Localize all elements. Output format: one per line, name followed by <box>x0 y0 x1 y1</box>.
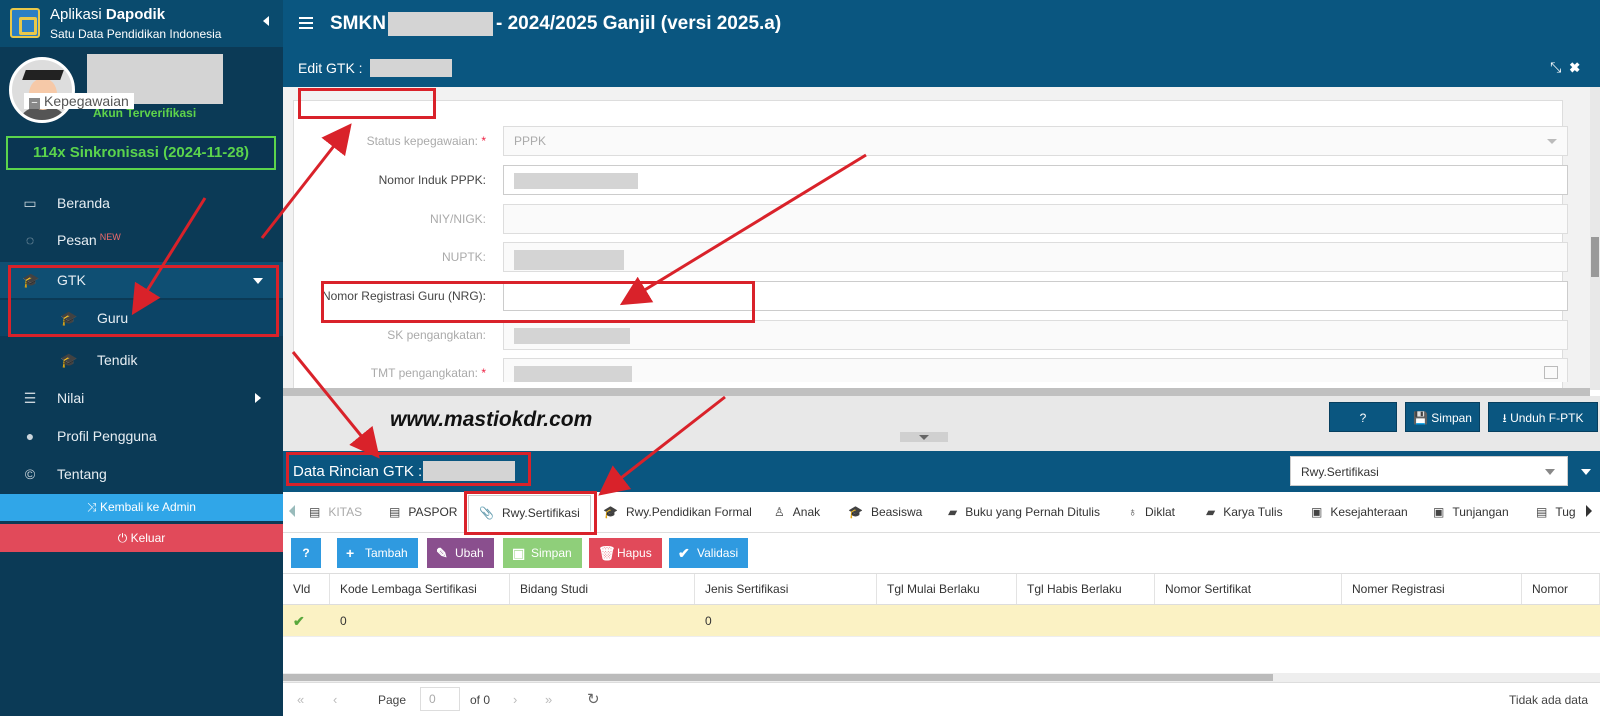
annotation-arrows <box>131 123 867 496</box>
arrow-to-nrg <box>619 153 867 306</box>
arrow-to-data-rincian <box>291 351 380 459</box>
arrow-to-sertifikasi-tab <box>598 395 726 496</box>
arrow-to-kepegawaian <box>260 123 352 239</box>
arrow-to-guru <box>131 197 207 316</box>
